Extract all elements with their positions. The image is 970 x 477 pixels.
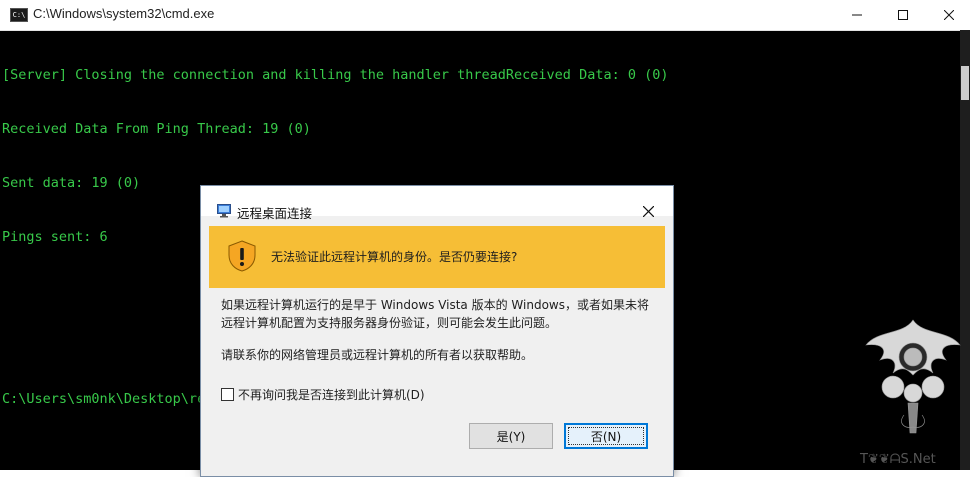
- explanation-line: 远程计算机配置为支持服务器身份验证，则可能会发生此问题。: [221, 316, 558, 330]
- dialog-title-bar[interactable]: 远程桌面连接: [201, 186, 673, 221]
- cmd-icon: C:\: [10, 8, 28, 22]
- console-line: Received Data From Ping Thread: 19 (0): [2, 121, 311, 137]
- scrollbar-thumb[interactable]: [961, 66, 969, 100]
- dialog-help-text: 请联系你的网络管理员或远程计算机的所有者以获取帮助。: [221, 348, 534, 362]
- remote-desktop-icon: [217, 204, 231, 218]
- maximize-button[interactable]: [880, 0, 926, 30]
- maximize-icon: [898, 10, 908, 20]
- close-icon: [642, 205, 654, 217]
- rdp-dialog: 远程桌面连接 无法验证此远程计算机的身份。是否仍要连接? 如果远程计算机运行的是…: [200, 185, 674, 477]
- console-line: [Server] Closing the connection and kill…: [2, 67, 669, 83]
- dialog-explanation: 如果远程计算机运行的是早于 Windows Vista 版本的 Windows，…: [221, 296, 661, 332]
- dialog-title: 远程桌面连接: [237, 206, 313, 221]
- warning-message: 无法验证此远程计算机的身份。是否仍要连接?: [271, 250, 518, 264]
- close-button[interactable]: [926, 0, 970, 30]
- no-button[interactable]: 否(N): [564, 423, 648, 449]
- watermark-logo: T❦❦ᗩS.Net: [859, 319, 961, 467]
- dialog-close-button[interactable]: [633, 200, 663, 222]
- yes-button[interactable]: 是(Y): [469, 423, 553, 449]
- minimize-button[interactable]: [834, 0, 880, 30]
- dont-ask-again-checkbox[interactable]: [221, 388, 234, 401]
- window-title: C:\Windows\system32\cmd.exe: [33, 6, 215, 21]
- close-icon: [944, 10, 954, 20]
- warning-banner: 无法验证此远程计算机的身份。是否仍要连接?: [209, 226, 665, 288]
- dont-ask-again-checkbox-row[interactable]: 不再询问我是否连接到此计算机(D): [221, 386, 425, 403]
- explanation-line: 如果远程计算机运行的是早于 Windows Vista 版本的 Windows，…: [221, 298, 649, 312]
- minimize-icon: [852, 14, 862, 16]
- warning-shield-icon: [228, 240, 256, 272]
- title-bar[interactable]: C:\ C:\Windows\system32\cmd.exe: [0, 0, 970, 31]
- watermark-text: T❦❦ᗩS.Net: [859, 452, 936, 467]
- dont-ask-again-label[interactable]: 不再询问我是否连接到此计算机(D): [238, 386, 425, 403]
